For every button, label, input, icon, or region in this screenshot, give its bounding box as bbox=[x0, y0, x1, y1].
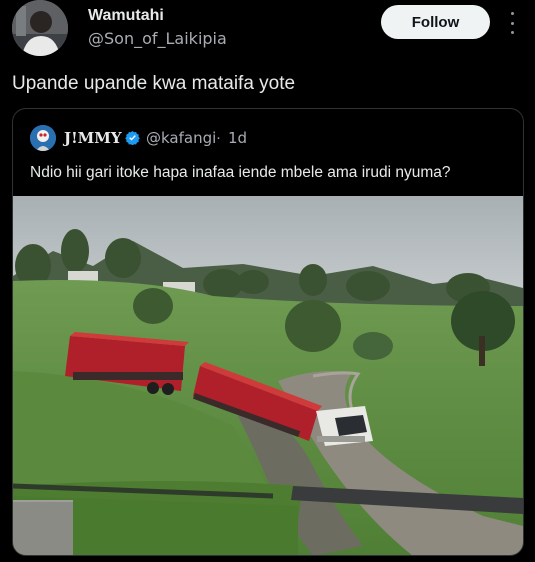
quote-text: Ndio hii gari itoke hapa inafaa iende mb… bbox=[30, 164, 451, 181]
more-options-icon[interactable] bbox=[507, 12, 517, 34]
quote-author-avatar[interactable] bbox=[30, 125, 56, 151]
quote-timestamp[interactable]: 1d bbox=[228, 129, 247, 147]
author-handle[interactable]: @Son_of_Laikipia bbox=[88, 29, 227, 48]
author-name[interactable]: Wamutahi bbox=[88, 7, 164, 25]
verified-badge-icon bbox=[125, 130, 140, 145]
quote-photo[interactable] bbox=[13, 196, 523, 556]
avatar-image bbox=[12, 0, 68, 56]
quote-separator: · bbox=[216, 129, 221, 146]
author-avatar[interactable] bbox=[12, 0, 68, 56]
follow-button[interactable]: Follow bbox=[381, 5, 490, 39]
quote-author-handle[interactable]: @kafangi bbox=[146, 129, 216, 147]
quoted-tweet-card[interactable]: J!MMY @kafangi · 1d Ndio hii gari itoke … bbox=[12, 108, 524, 556]
quote-avatar-image bbox=[30, 125, 56, 151]
quote-author-name[interactable]: J!MMY bbox=[64, 129, 122, 147]
tweet-text: Upande upande kwa mataifa yote bbox=[12, 73, 296, 94]
